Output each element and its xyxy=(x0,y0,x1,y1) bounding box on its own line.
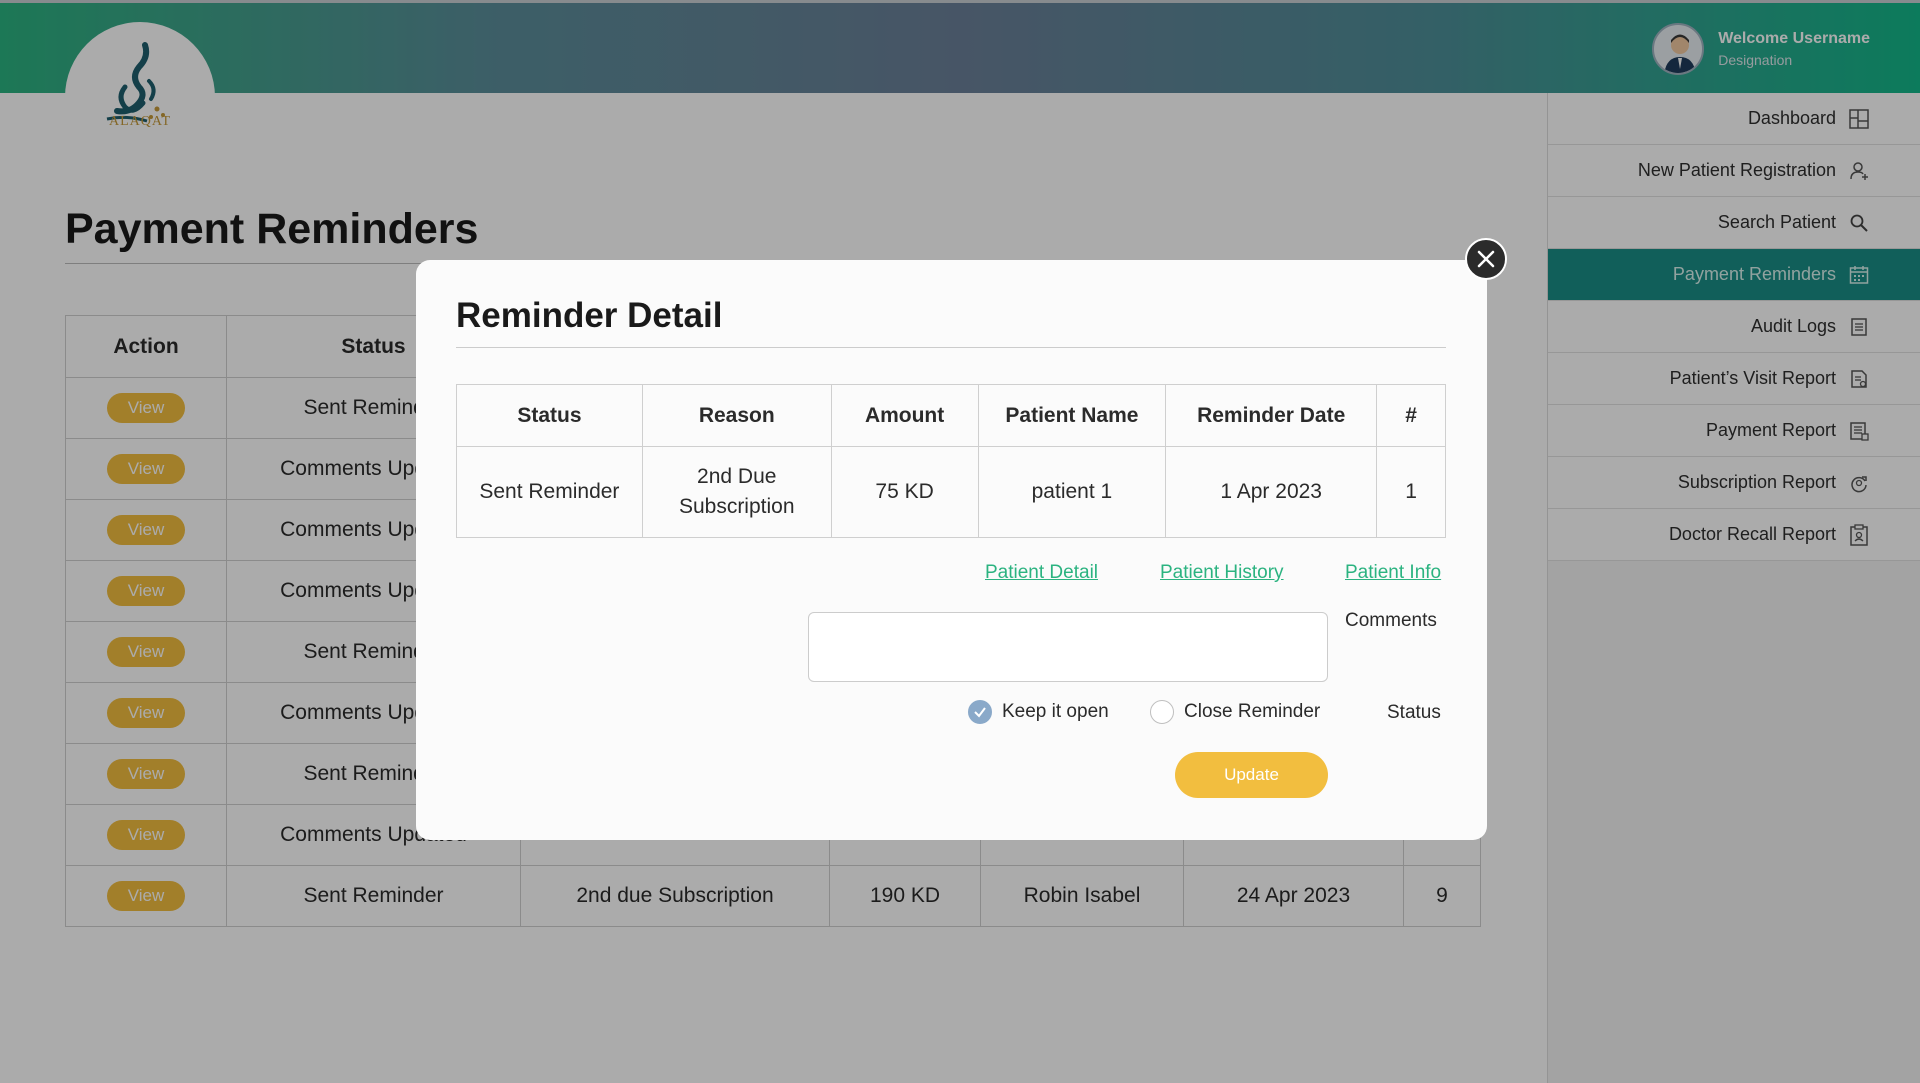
modal-title: Reminder Detail xyxy=(456,296,723,335)
table-row: Sent Reminder 2nd Due Subscription 75 KD… xyxy=(456,446,1446,538)
close-button[interactable] xyxy=(1465,238,1507,280)
table-header-row: Status Reason Amount Patient Name Remind… xyxy=(456,384,1446,447)
column-header-number: # xyxy=(1376,384,1446,447)
radio-close-reminder[interactable]: Close Reminder xyxy=(1150,700,1320,724)
radio-label: Keep it open xyxy=(1002,701,1109,722)
comments-label: Comments xyxy=(1345,610,1437,631)
table-cell: 1 Apr 2023 xyxy=(1165,446,1378,538)
column-header-status: Status xyxy=(456,384,643,447)
radio-label: Close Reminder xyxy=(1184,701,1321,722)
reminder-detail-table: Status Reason Amount Patient Name Remind… xyxy=(456,384,1446,538)
divider xyxy=(456,347,1446,348)
comments-input[interactable] xyxy=(808,612,1328,682)
patient-history-link[interactable]: Patient History xyxy=(1160,562,1284,584)
patient-detail-link[interactable]: Patient Detail xyxy=(985,562,1098,584)
reminder-detail-modal: Reminder Detail Status Reason Amount Pat… xyxy=(416,260,1487,840)
column-header-reason: Reason xyxy=(641,384,832,447)
table-cell: Sent Reminder xyxy=(456,446,643,538)
radio-keep-open[interactable]: Keep it open xyxy=(968,700,1109,724)
radio-unchecked-icon[interactable] xyxy=(1150,700,1174,724)
table-cell: 2nd Due Subscription xyxy=(641,446,832,538)
column-header-reminder-date: Reminder Date xyxy=(1165,384,1378,447)
close-icon xyxy=(1477,250,1495,268)
radio-checked-icon[interactable] xyxy=(968,700,992,724)
update-button[interactable]: Update xyxy=(1175,752,1328,798)
patient-info-link[interactable]: Patient Info xyxy=(1345,562,1441,584)
column-header-amount: Amount xyxy=(830,384,979,447)
table-cell: 75 KD xyxy=(830,446,979,538)
column-header-patient-name: Patient Name xyxy=(977,384,1167,447)
table-cell: 1 xyxy=(1376,446,1446,538)
status-label: Status xyxy=(1387,702,1441,723)
table-cell: patient 1 xyxy=(977,446,1167,538)
